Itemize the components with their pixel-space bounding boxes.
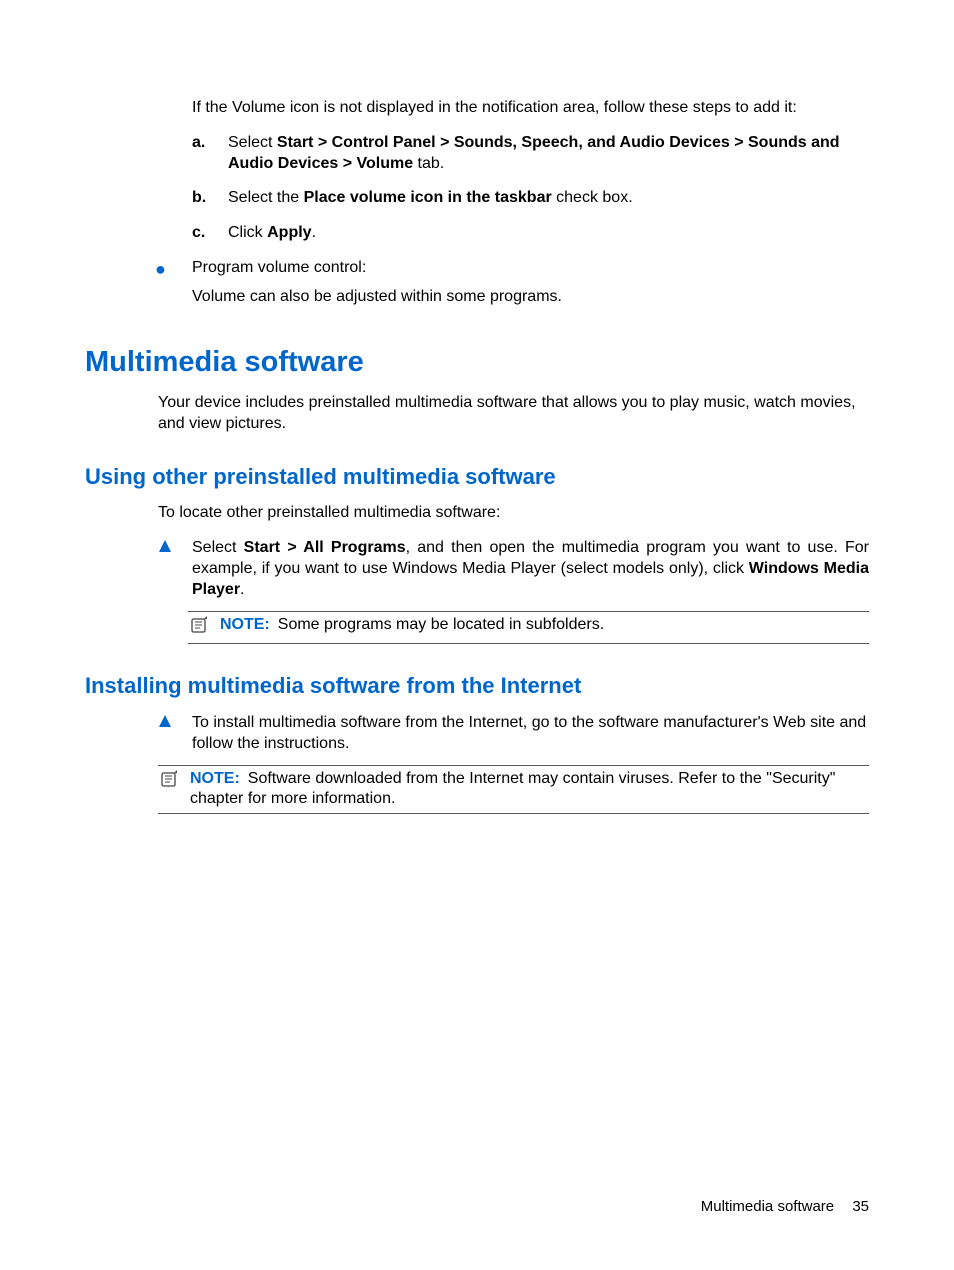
subsection-heading-installing: Installing multimedia software from the … [85,672,869,701]
triangle-icon [158,713,192,755]
sublist-marker: a. [192,133,228,175]
sublist-item-c: c. Click Apply. [192,223,869,244]
section-heading: Multimedia software [85,344,869,382]
triangle-body: Select Start > All Programs, and then op… [192,538,869,600]
subsection-heading-using: Using other preinstalled multimedia soft… [85,463,869,492]
triangle-step-install: To install multimedia software from the … [158,713,869,755]
text-post: tab. [413,155,444,172]
text-pre: Select [228,134,277,151]
note-label: NOTE: [220,616,270,633]
note-body: NOTE: Some programs may be located in sub… [220,615,867,641]
bullet-description: Volume can also be adjusted within some … [192,287,869,308]
triangle-body: To install multimedia software from the … [192,713,869,755]
note-security: NOTE:Software downloaded from the Intern… [158,765,869,815]
intro-paragraph: If the Volume icon is not displayed in t… [192,98,869,119]
text-pre: Select the [228,189,304,206]
footer-page-number: 35 [852,1198,869,1215]
text-post: check box. [552,189,633,206]
footer-title: Multimedia software [701,1198,834,1215]
section-para: Your device includes preinstalled multim… [158,393,869,435]
sublist-marker: c. [192,223,228,244]
note-icon [190,615,220,641]
sublist-item-a: a. Select Start > Control Panel > Sounds… [192,133,869,175]
text-bold: Place volume icon in the taskbar [304,189,552,206]
note-icon [160,769,190,811]
bullet-body: Program volume control: Volume can also … [192,258,869,308]
text-bold: Start > Control Panel > Sounds, Speech, … [228,134,840,172]
text-pre: Select [192,539,244,556]
text-bold: Apply [267,224,311,241]
text-post: . [312,224,316,241]
note-body: NOTE:Software downloaded from the Intern… [190,769,867,811]
bullet-icon: ● [155,258,192,308]
text-post: . [240,581,244,598]
note-text: Some programs may be located in subfolde… [278,616,604,633]
program-volume-bullet: ● Program volume control: Volume can als… [155,258,869,308]
sublist-body: Select Start > Control Panel > Sounds, S… [228,133,869,175]
sublist-body: Click Apply. [228,223,869,244]
note-label: NOTE: [190,770,240,787]
sublist-marker: b. [192,188,228,209]
note-text: Software downloaded from the Internet ma… [190,770,835,808]
page-footer: Multimedia software 35 [701,1197,869,1217]
triangle-step: Select Start > All Programs, and then op… [158,538,869,600]
text-bold: Start > All Programs [244,539,406,556]
bullet-title: Program volume control: [192,258,869,279]
triangle-icon [158,538,192,600]
subsection-para: To locate other preinstalled multimedia … [158,503,869,524]
note-subfolders: NOTE: Some programs may be located in sub… [188,611,869,645]
text-pre: Click [228,224,267,241]
ordered-sublist: a. Select Start > Control Panel > Sounds… [192,133,869,244]
sublist-body: Select the Place volume icon in the task… [228,188,869,209]
sublist-item-b: b. Select the Place volume icon in the t… [192,188,869,209]
